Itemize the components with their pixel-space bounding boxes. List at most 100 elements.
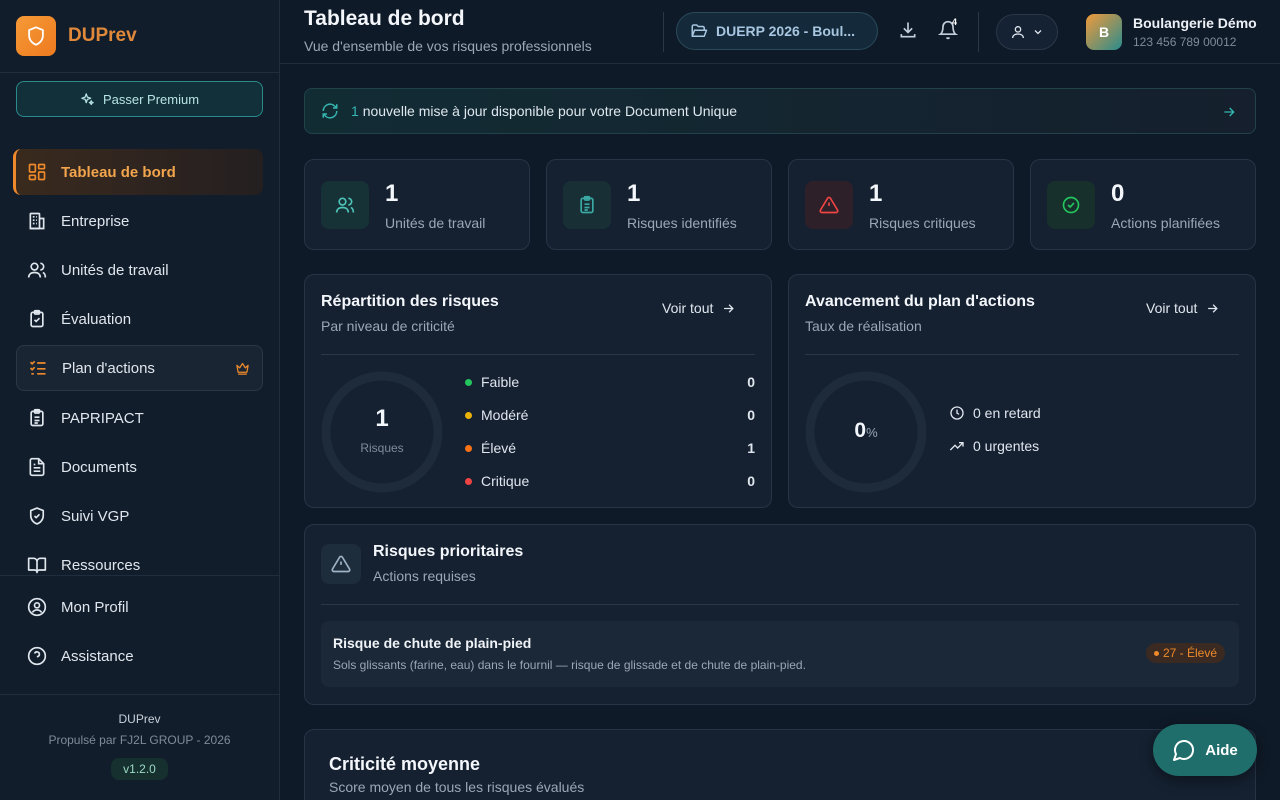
help-button[interactable]: Aide xyxy=(1153,724,1257,776)
sidebar-item-resources[interactable]: Ressources xyxy=(16,542,263,588)
shield-logo-icon xyxy=(16,16,56,56)
sidebar-item-profile[interactable]: Mon Profil xyxy=(16,584,263,630)
sidebar-item-label: PAPRIPACT xyxy=(61,409,144,427)
crown-icon xyxy=(235,361,250,376)
see-all-actions-link[interactable]: Voir tout xyxy=(1146,300,1220,316)
message-circle-icon xyxy=(1173,740,1195,761)
sidebar-item-papripact[interactable]: PAPRIPACT xyxy=(16,395,263,441)
risk-description: Sols glissants (farine, eau) dans le fou… xyxy=(333,658,806,672)
sidebar-item-work-units[interactable]: Unités de travail xyxy=(16,247,263,293)
late-actions-text: 0 en retard xyxy=(973,405,1041,421)
page-subtitle: Vue d'ensemble de vos risques profession… xyxy=(304,38,592,54)
check-circle-icon xyxy=(1047,181,1095,229)
sparkles-icon xyxy=(81,92,94,105)
dashboard-icon xyxy=(28,163,46,181)
book-open-icon xyxy=(27,557,47,574)
card-title: Répartition des risques xyxy=(321,293,499,310)
card-divider xyxy=(321,354,755,355)
urgent-actions: 0 urgentes xyxy=(949,438,1039,454)
brand[interactable]: DUPrev xyxy=(16,16,137,56)
header-separator xyxy=(978,12,979,52)
sidebar-item-assistance[interactable]: Assistance xyxy=(16,633,263,679)
footer-app-name: DUPrev xyxy=(118,712,161,726)
file-text-icon xyxy=(29,457,45,477)
header-separator xyxy=(663,12,664,52)
sidebar-item-label: Tableau de bord xyxy=(61,163,176,181)
sidebar-item-label: Mon Profil xyxy=(61,598,129,616)
progress-percent: 0% xyxy=(805,419,927,443)
dot-icon xyxy=(465,477,472,485)
sidebar-divider xyxy=(0,694,279,695)
help-circle-icon xyxy=(27,646,47,666)
clipboard-check-icon xyxy=(30,309,44,328)
update-message: nouvelle mise à jour disponible pour vot… xyxy=(362,103,738,119)
download-button[interactable] xyxy=(898,20,918,40)
user-icon xyxy=(1012,26,1024,39)
sidebar-item-action-plan[interactable]: Plan d'actions xyxy=(16,345,263,391)
arrow-right-icon xyxy=(1208,303,1219,313)
sidebar-item-entreprise[interactable]: Entreprise xyxy=(16,198,263,244)
sidebar-item-vgp[interactable]: Suivi VGP xyxy=(16,493,263,539)
legend-eleve: Élevé 1 xyxy=(465,438,755,458)
arrow-right-icon xyxy=(724,303,735,313)
chevron-down-icon xyxy=(1034,30,1042,35)
progress-value: 0 xyxy=(854,419,867,442)
clipboard-list-icon xyxy=(30,408,44,427)
sidebar-item-dashboard[interactable]: Tableau de bord xyxy=(13,149,263,195)
arrow-right-icon xyxy=(1221,104,1237,120)
update-banner[interactable]: 1 nouvelle mise à jour disponible pour v… xyxy=(304,88,1256,134)
legend-label: Élevé xyxy=(481,440,517,456)
legend-label: Critique xyxy=(481,473,530,489)
legend-value: 1 xyxy=(747,440,755,456)
legend-critique: Critique 0 xyxy=(465,471,755,491)
stat-card-planned-actions[interactable]: 0 Actions planifiées xyxy=(1030,159,1256,250)
company-avatar[interactable]: B xyxy=(1086,14,1122,50)
list-checks-icon xyxy=(29,360,46,375)
sidebar-item-label: Suivi VGP xyxy=(61,507,130,525)
sidebar-item-label: Entreprise xyxy=(61,212,130,230)
legend-label: Modéré xyxy=(481,407,529,423)
card-title: Risques prioritaires xyxy=(373,543,524,560)
risk-total-value: 1 xyxy=(375,405,389,432)
sidebar-item-label: Assistance xyxy=(61,647,134,665)
update-count: 1 xyxy=(351,103,359,119)
priority-risk-item[interactable]: Risque de chute de plain-pied Sols gliss… xyxy=(321,621,1239,687)
risk-title: Risque de chute de plain-pied xyxy=(333,635,532,651)
company-siret: 123 456 789 00012 xyxy=(1133,35,1237,49)
action-progress-card: Avancement du plan d'actions Taux de réa… xyxy=(788,274,1256,508)
stat-value: 1 xyxy=(627,180,641,207)
footer-powered-by: Propulsé par FJ2L GROUP - 2026 xyxy=(48,733,231,747)
dot-icon xyxy=(465,411,472,419)
see-all-label: Voir tout xyxy=(1146,300,1198,316)
sidebar-item-documents[interactable]: Documents xyxy=(16,444,263,490)
see-all-risks-link[interactable]: Voir tout xyxy=(662,300,736,316)
stat-card-critical-risks[interactable]: 1 Risques critiques xyxy=(788,159,1014,250)
brand-name: DUPrev xyxy=(68,25,137,46)
alert-triangle-icon xyxy=(805,181,853,229)
duerp-selector-button[interactable]: DUERP 2026 - Boul... xyxy=(676,12,878,50)
late-actions: 0 en retard xyxy=(949,405,1041,421)
stat-label: Risques critiques xyxy=(869,215,976,231)
premium-label: Passer Premium xyxy=(102,91,200,107)
user-menu-button[interactable] xyxy=(996,14,1058,50)
priority-risks-card: Risques prioritaires Actions requises Ri… xyxy=(304,524,1256,705)
card-subtitle: Score moyen de tous les risques évalués xyxy=(329,779,585,795)
folder-open-icon xyxy=(691,24,708,37)
progress-unit: % xyxy=(866,425,878,440)
sidebar-footer: DUPrev Propulsé par FJ2L GROUP - 2026 v1… xyxy=(0,712,279,780)
version-badge: v1.2.0 xyxy=(111,758,168,780)
legend-value: 0 xyxy=(747,374,755,390)
sidebar-item-evaluation[interactable]: Évaluation xyxy=(16,296,263,342)
user-circle-icon xyxy=(27,597,47,617)
sidebar-divider xyxy=(0,72,279,73)
stat-card-identified-risks[interactable]: 1 Risques identifiés xyxy=(546,159,772,250)
stat-card-work-units[interactable]: 1 Unités de travail xyxy=(304,159,530,250)
building-icon xyxy=(29,212,45,230)
legend-value: 0 xyxy=(747,407,755,423)
company-name: Boulangerie Démo xyxy=(1133,15,1257,31)
sidebar-item-label: Unités de travail xyxy=(61,261,169,279)
premium-button[interactable]: Passer Premium xyxy=(16,81,263,117)
risk-total-label: Risques xyxy=(360,441,404,455)
stat-value: 1 xyxy=(869,180,883,207)
top-bar: Tableau de bord Vue d'ensemble de vos ri… xyxy=(280,0,1280,64)
